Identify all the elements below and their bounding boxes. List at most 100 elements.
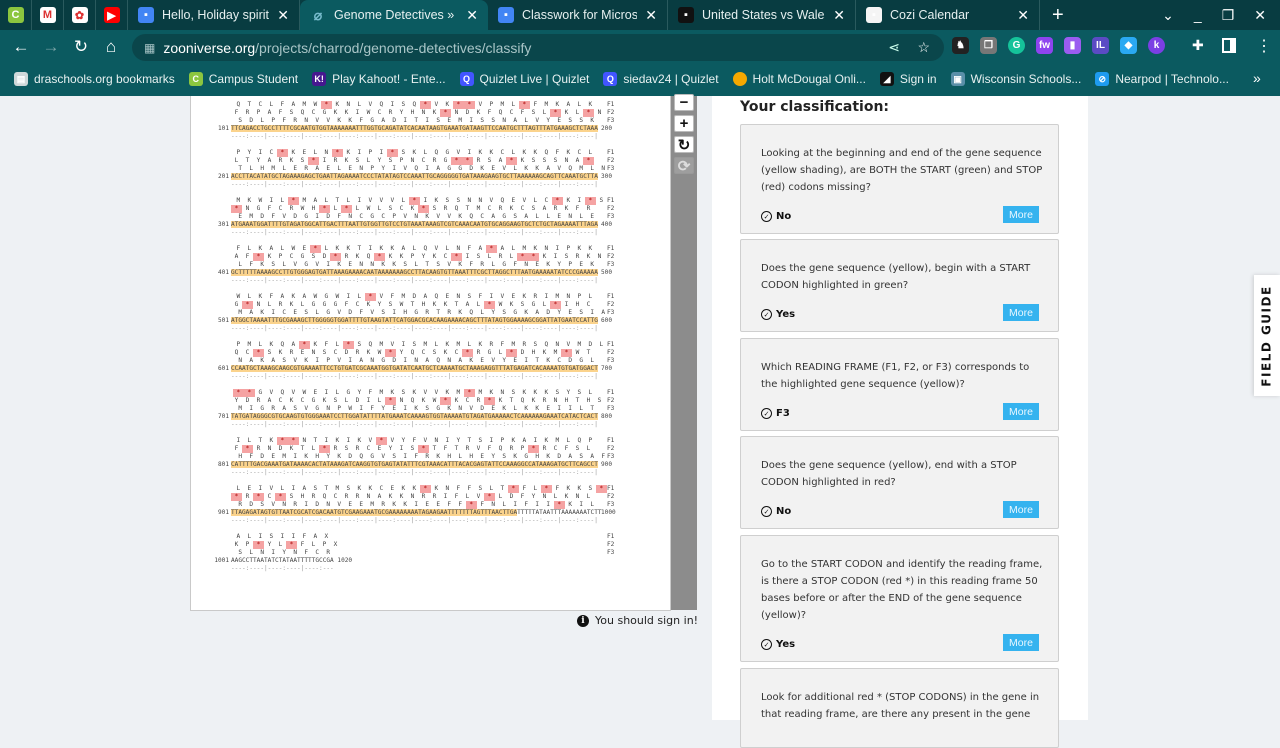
stop-codon: * xyxy=(595,485,607,493)
amino-acid: C xyxy=(355,301,360,308)
more-button[interactable]: More xyxy=(1003,634,1039,651)
minimize-icon[interactable]: _ xyxy=(1194,7,1202,23)
tab-0[interactable]: ▪ Hello, Holiday spirit week ✕ xyxy=(128,0,300,30)
close-tab-icon[interactable]: ✕ xyxy=(277,7,289,24)
reset-button[interactable]: ↻ xyxy=(674,136,694,154)
amino-acid: E xyxy=(546,405,550,412)
new-tab-button[interactable]: + xyxy=(1040,4,1076,27)
frame-label: F3 xyxy=(607,357,615,364)
close-tab-icon[interactable]: ✕ xyxy=(466,7,478,24)
bases: AAGCCTTAATATCTATAATTTTTGCCGA xyxy=(231,557,334,564)
fw-extension-icon[interactable]: fw xyxy=(1036,37,1053,54)
sign-in-notice[interactable]: i You should sign in! xyxy=(577,614,698,627)
more-button[interactable]: More xyxy=(1003,501,1039,518)
amino-acid: K xyxy=(458,309,462,316)
extensions-puzzle-icon[interactable]: ✚ xyxy=(1192,37,1204,54)
copy-extension-icon[interactable]: ❐ xyxy=(980,37,997,54)
amino-acid: F xyxy=(500,341,505,348)
start-position: 301 xyxy=(217,221,229,228)
pinned-tab[interactable]: M xyxy=(32,0,64,30)
gene-sequence: TTCAGACCTGCCTTTTCGCAATGTGGTAAAAAAATTTGGT… xyxy=(231,125,598,132)
amino-acid: S xyxy=(502,309,506,316)
amino-acid: D xyxy=(392,357,396,364)
close-window-icon[interactable]: ✕ xyxy=(1254,7,1266,24)
more-button[interactable]: More xyxy=(1003,403,1039,420)
share-icon[interactable]: ⋖ xyxy=(888,39,900,56)
amino-acid: K xyxy=(533,389,538,396)
bookmark-item[interactable]: ▤ draschools.org bookmarks xyxy=(14,72,175,86)
amino-acid: V xyxy=(403,213,407,220)
reload-icon[interactable]: ↻ xyxy=(66,37,96,57)
tab-3[interactable]: ▪ United States vs Wales - ✕ xyxy=(668,0,856,30)
amino-acid: V xyxy=(478,101,483,108)
bookmark-item[interactable]: Holt McDougal Onli... xyxy=(732,72,866,86)
frame-label: F2 xyxy=(607,205,615,212)
frame-label: F2 xyxy=(607,541,615,548)
bookmark-item[interactable]: C Campus Student xyxy=(188,72,298,86)
amino-acid: E xyxy=(445,293,450,300)
tab-1[interactable]: ⌀ Genome Detectives » Cla ✕ xyxy=(300,0,488,30)
amino-acid: N xyxy=(414,357,418,364)
amino-acid: L xyxy=(467,341,472,348)
amino-acid: E xyxy=(348,165,352,172)
amino-acid: Q xyxy=(410,349,415,356)
tab-4[interactable]: ▪ Cozi Calendar ✕ xyxy=(856,0,1040,30)
tab-strip: CM ✿ ▶ ▪ Hello, Holiday spirit week ✕ ⌀ Genome… xyxy=(0,0,1280,30)
tab-search-icon[interactable]: ⌄ xyxy=(1162,7,1174,24)
amino-acid: R xyxy=(447,309,451,316)
more-button[interactable]: More xyxy=(1003,304,1039,321)
bookmark-star-icon[interactable]: ☆ xyxy=(917,39,930,56)
amino-acid: S xyxy=(401,389,406,396)
menu-icon[interactable]: ⋮ xyxy=(1256,36,1272,56)
kami-extension-icon[interactable]: k xyxy=(1148,37,1165,54)
bear-extension-icon[interactable]: ♞ xyxy=(952,37,969,54)
amino-acid: K xyxy=(278,349,283,356)
il-extension-icon[interactable]: IL xyxy=(1092,37,1109,54)
close-tab-icon[interactable]: ✕ xyxy=(833,7,845,24)
close-tab-icon[interactable]: ✕ xyxy=(1017,7,1029,24)
rotate-button[interactable]: ⟳ xyxy=(674,157,694,175)
address-bar[interactable]: ▦ zooniverse.org/projects/charrod/genome… xyxy=(132,34,944,61)
amino-acid: E xyxy=(579,261,583,268)
amino-acid: G xyxy=(304,261,308,268)
diamond-extension-icon[interactable]: ◆ xyxy=(1120,37,1137,54)
grammarly-extension-icon[interactable]: G xyxy=(1008,37,1025,54)
frame-label: F2 xyxy=(607,445,615,452)
pinned-tab[interactable]: ✿ xyxy=(64,0,96,30)
bookmark-item[interactable]: K! Play Kahoot! - Ente... xyxy=(312,72,446,86)
amino-acid: C xyxy=(500,149,505,156)
home-icon[interactable]: ⌂ xyxy=(96,37,126,57)
reading-frame-row: NAKASVKIPVIANGDINAQNAKEVYEITKCDGL xyxy=(231,357,598,365)
bookmark-item[interactable]: ▣ Wisconsin Schools... xyxy=(950,72,1081,86)
zoom-in-button[interactable]: + xyxy=(674,115,694,132)
frame-label: F3 xyxy=(607,453,615,460)
field-guide-tab[interactable]: FIELD GUIDE xyxy=(1254,275,1280,396)
restore-icon[interactable]: ❐ xyxy=(1222,7,1235,24)
tab-2[interactable]: ▪ Classwork for Microsoft ✕ xyxy=(488,0,668,30)
more-button[interactable]: More xyxy=(1003,206,1039,223)
amino-acid: D xyxy=(557,453,561,460)
bookmark-item[interactable]: ⊘ Nearpod | Technolo... xyxy=(1095,72,1229,86)
amino-acid: I xyxy=(443,493,448,500)
amino-acid: F xyxy=(359,117,363,124)
amino-acid: F xyxy=(344,301,349,308)
amino-acid: I xyxy=(346,293,351,300)
bookmark-item[interactable]: ◢ Sign in xyxy=(879,72,937,86)
site-info-icon[interactable]: ▦ xyxy=(144,41,155,55)
dna-sequence: TATGATAGGGCGTGCAAGTGTGGGAAATCCTTGGATATTT… xyxy=(231,413,598,421)
bookmark-extension-icon[interactable]: ▮ xyxy=(1064,37,1081,54)
back-icon[interactable]: ← xyxy=(6,37,36,57)
forward-icon[interactable]: → xyxy=(36,37,66,57)
more-bookmarks-button[interactable]: » xyxy=(1253,70,1261,86)
pinned-tab[interactable]: ▶ xyxy=(96,0,128,30)
zoom-out-button[interactable]: − xyxy=(674,94,694,111)
pinned-tab[interactable]: C xyxy=(0,0,32,30)
bookmark-item[interactable]: Qsiedav24 | Quizlet xyxy=(603,72,719,86)
close-tab-icon[interactable]: ✕ xyxy=(645,7,657,24)
side-panel-icon[interactable] xyxy=(1222,38,1236,53)
amino-acid: N xyxy=(260,549,264,556)
stop-codon: * xyxy=(331,149,343,157)
fox-icon: ▪ xyxy=(678,7,694,23)
subject-image[interactable]: 1TTAGCCTTGCGTGAAAAAAATATCAAAATCGATTTAAAT… xyxy=(190,96,671,611)
bookmark-item[interactable]: Q Quizlet Live | Quizlet xyxy=(459,72,589,86)
